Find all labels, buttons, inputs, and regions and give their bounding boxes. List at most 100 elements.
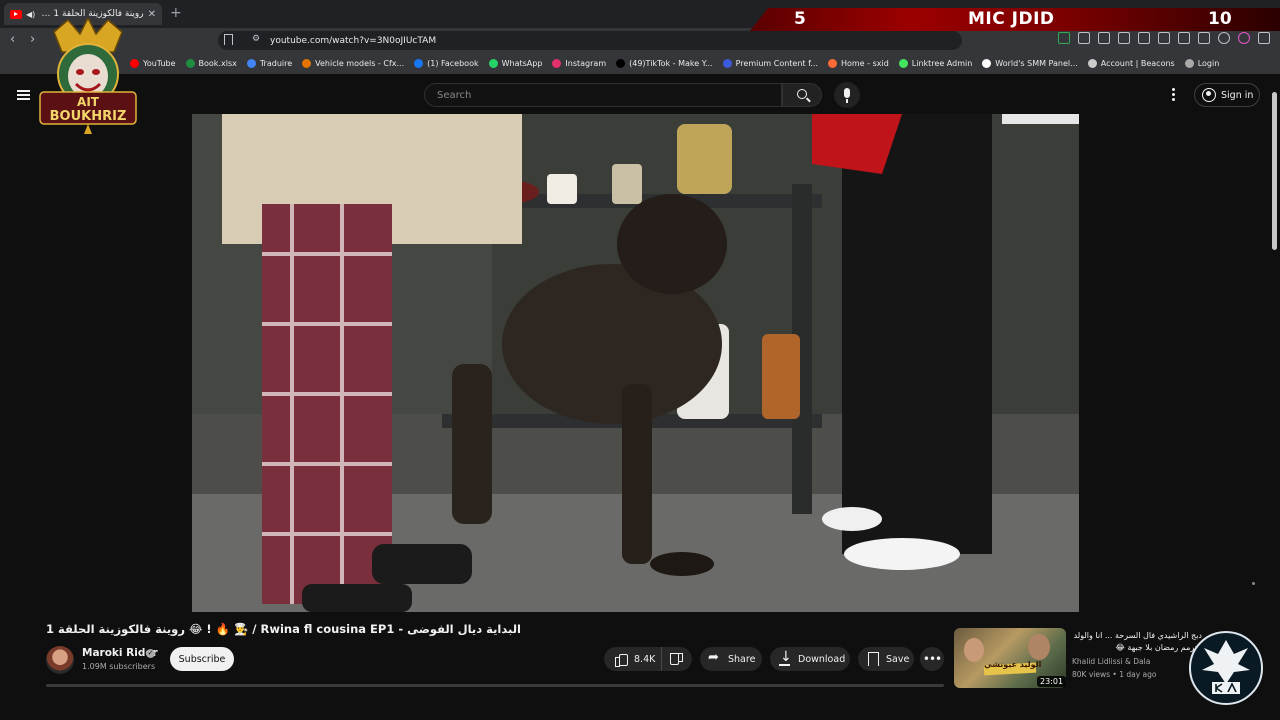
bookmark-label: Account | Beacons <box>1100 58 1175 68</box>
bookmark-item[interactable]: (1) Facebook <box>414 58 479 68</box>
search-button[interactable] <box>782 83 822 107</box>
puzzle-icon[interactable] <box>1078 32 1090 44</box>
channel-avatar[interactable] <box>46 646 74 674</box>
bookmark-favicon-icon <box>488 58 498 68</box>
bookmark-item[interactable]: Account | Beacons <box>1087 58 1175 68</box>
score-left: 5 <box>794 9 806 29</box>
thumbs-up-icon <box>614 652 628 667</box>
address-bar[interactable]: youtube.com/watch?v=3N0oJIUcTAM <box>218 31 962 50</box>
video-frame <box>192 114 1079 612</box>
save-button[interactable]: Save <box>858 647 914 671</box>
browser-toolbar: ‹ › youtube.com/watch?v=3N0oJIUcTAM ⚙ <box>0 28 1280 52</box>
shield-icon[interactable] <box>1218 32 1230 44</box>
bookmark-item[interactable]: WhatsApp <box>488 58 543 68</box>
subscribe-button[interactable]: Subscribe <box>170 647 234 671</box>
download-button[interactable]: Download <box>770 647 850 671</box>
bookmark-label: World's SMM Panel... <box>995 58 1078 68</box>
bookmark-item[interactable]: Linktree Admin <box>898 58 973 68</box>
bookmark-item[interactable]: Home - sxid <box>827 58 889 68</box>
video-title: روينة فالكوزينة الحلقة 1 😂 ! 🔥 👨‍🍳 / Rwi… <box>46 622 521 636</box>
bookmark-favicon-icon <box>898 58 908 68</box>
bookmark-favicon-icon <box>302 58 312 68</box>
recommended-channel: Khalid Lidlissi & Dala <box>1072 657 1151 666</box>
bookmark-favicon-icon <box>722 58 732 68</box>
bookmark-label: Traduire <box>259 58 293 68</box>
voice-search-icon[interactable] <box>834 82 860 108</box>
site-info-icon[interactable]: ⚙ <box>252 34 260 44</box>
user-icon <box>1202 88 1216 102</box>
logo-text-line1: AIT <box>77 95 100 109</box>
bookmark-item[interactable]: Premium Content f... <box>722 58 818 68</box>
bookmark-favicon-icon <box>414 58 424 68</box>
sidebar-icon[interactable] <box>1158 32 1170 44</box>
bookmark-icon[interactable] <box>224 34 233 45</box>
menu-icon[interactable] <box>1118 32 1130 44</box>
bookmark-label: Premium Content f... <box>735 58 818 68</box>
download-label: Download <box>798 653 846 665</box>
bookmark-favicon-icon <box>1184 58 1194 68</box>
save-label: Save <box>886 653 910 665</box>
bookmark-item[interactable]: Instagram <box>552 58 607 68</box>
dislike-button[interactable] <box>662 647 692 671</box>
bookmark-favicon-icon <box>185 58 195 68</box>
logo-text-line2: BOUKHRIZ <box>50 109 127 124</box>
bookmark-favicon-icon <box>982 58 992 68</box>
bookmark-label: Home - sxid <box>840 58 889 68</box>
like-count: 8.4K <box>634 653 656 665</box>
verified-badge-icon: ✓ <box>146 649 155 658</box>
bookmark-item[interactable]: Login <box>1184 58 1220 68</box>
bookmark-item[interactable]: World's SMM Panel... <box>982 58 1078 68</box>
video-duration: 23:01 <box>1037 676 1067 687</box>
scoreboard-title: MIC JDID <box>968 9 1055 29</box>
share-button[interactable]: Share <box>700 647 762 671</box>
ai-icon[interactable] <box>1198 32 1210 44</box>
bookmark-label: YouTube <box>143 58 176 68</box>
bookmark-label: Linktree Admin <box>911 58 973 68</box>
bookmark-item[interactable]: Traduire <box>246 58 293 68</box>
page-scrollbar[interactable] <box>1272 92 1277 250</box>
bookmark-item[interactable]: Book.xlsx <box>185 58 237 68</box>
bookmark-favicon-icon <box>1087 58 1097 68</box>
youtube-favicon-icon <box>10 9 22 19</box>
browser-menu-icon[interactable] <box>1258 32 1270 44</box>
share-label: Share <box>728 653 756 665</box>
profile-icon[interactable] <box>1238 32 1250 44</box>
extension-icon[interactable] <box>1058 32 1070 44</box>
search-input[interactable]: Search <box>424 83 782 107</box>
extension-icons <box>1058 32 1270 44</box>
new-tab-icon[interactable]: + <box>170 5 182 21</box>
more-options-icon[interactable] <box>1172 88 1176 102</box>
ka-eagle-logo <box>1189 631 1263 705</box>
bookmark-item[interactable]: (49)TikTok - Make Y... <box>616 58 713 68</box>
bookmarks-bar: YouTube Book.xlsx Traduire Vehicle models -… <box>0 52 1280 74</box>
bookmark-favicon-icon <box>246 58 256 68</box>
bookmark-favicon-icon <box>552 58 562 68</box>
score-right: 10 <box>1208 9 1232 29</box>
bookmark-label: Vehicle models - Cfx... <box>315 58 405 68</box>
bookmark-label: (1) Facebook <box>427 58 479 68</box>
like-dislike-group: 8.4K <box>604 647 692 671</box>
video-player[interactable] <box>192 114 1079 612</box>
bookmark-label: WhatsApp <box>501 58 543 68</box>
music-icon[interactable] <box>1138 32 1150 44</box>
recommended-meta: 80K views • 1 day ago <box>1072 670 1157 679</box>
like-button[interactable]: 8.4K <box>604 647 662 671</box>
bookmark-label: Login <box>1197 58 1220 68</box>
bookmark-label: Instagram <box>565 58 607 68</box>
download-icon <box>778 649 792 666</box>
back-icon[interactable]: ‹ <box>10 32 15 47</box>
sign-in-label: Sign in <box>1221 89 1254 101</box>
recommended-video-title[interactable]: دبج الراشيدي فال السرحة ... انا والولد ع… <box>1072 630 1202 654</box>
sign-in-button[interactable]: Sign in <box>1194 83 1260 107</box>
bookmark-label: Book.xlsx <box>198 58 237 68</box>
close-tab-icon[interactable]: ✕ <box>148 9 156 20</box>
bookmark-favicon-icon <box>616 58 626 68</box>
wallet-icon[interactable] <box>1178 32 1190 44</box>
bookmark-save-icon <box>866 652 880 666</box>
screenshot-icon[interactable] <box>1098 32 1110 44</box>
bookmark-item[interactable]: Vehicle models - Cfx... <box>302 58 405 68</box>
thumbnail-text: الوليد عيونشي <box>984 660 1042 669</box>
hamburger-menu-icon[interactable] <box>17 90 30 100</box>
search-icon <box>797 89 807 99</box>
more-actions-button[interactable]: ••• <box>920 647 944 671</box>
